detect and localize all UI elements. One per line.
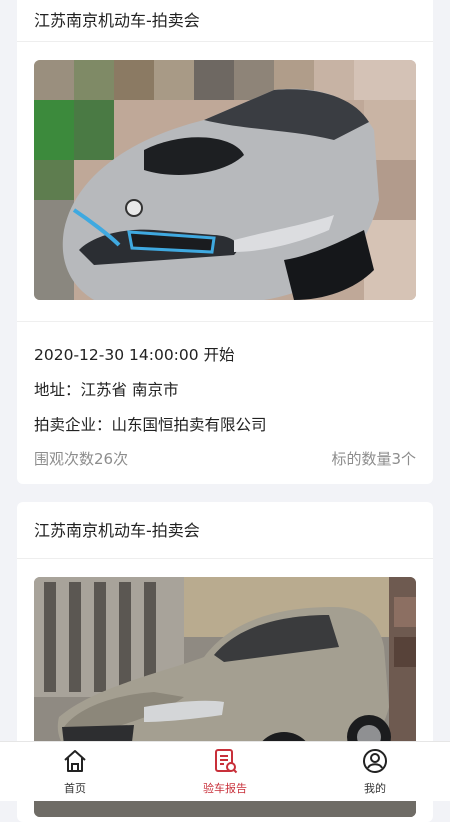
auction-start-time: 2020-12-30 14:00:00 开始 [34,346,235,364]
tab-home[interactable]: 首页 [0,742,150,801]
user-icon [363,749,387,773]
view-count: 围观次数26次 [34,450,129,468]
tab-inspection-report-label: 验车报告 [203,782,247,795]
address-value: 江苏省 南京市 [80,381,179,399]
home-icon [64,750,86,772]
bottom-tab-bar: 首页 验车报告 我的 [0,741,450,801]
auction-address: 地址：江苏省 南京市 [34,378,178,400]
auction-company: 拍卖企业：山东国恒拍卖有限公司 [34,413,267,435]
auction-title: 江苏南京机动车-拍卖会 [17,0,433,42]
tab-home-label: 首页 [64,782,86,795]
company-value: 山东国恒拍卖有限公司 [111,416,267,434]
auction-title: 江苏南京机动车-拍卖会 [17,502,433,559]
tab-mine-label: 我的 [364,782,386,795]
auction-card[interactable]: 江苏南京机动车-拍卖会 [17,0,433,484]
tab-mine[interactable]: 我的 [300,742,450,801]
address-label: 地址： [34,381,81,399]
auction-meta: 围观次数26次 标的数量3个 [34,448,416,469]
tab-inspection-report[interactable]: 验车报告 [150,742,300,801]
report-icon [215,749,238,774]
lot-count: 标的数量3个 [331,450,416,468]
company-label: 拍卖企业： [34,416,112,434]
vehicle-photo[interactable] [34,60,416,300]
divider [17,321,433,322]
